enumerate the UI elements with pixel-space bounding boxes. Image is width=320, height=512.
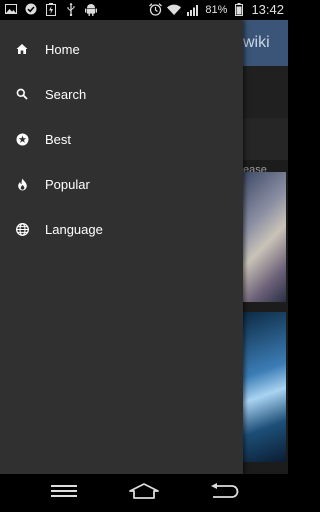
content-card-image[interactable] bbox=[243, 172, 286, 302]
drawer-item-search[interactable]: Search bbox=[0, 72, 243, 116]
battery-icon bbox=[232, 3, 246, 17]
content-card-image[interactable] bbox=[243, 312, 286, 462]
app-title: wiki bbox=[243, 34, 270, 51]
drawer-item-home[interactable]: Home bbox=[0, 27, 243, 71]
home-button[interactable] bbox=[124, 480, 164, 506]
drawer-item-label: Home bbox=[45, 41, 80, 57]
battery-percent: 81% bbox=[205, 3, 228, 16]
star-icon bbox=[15, 132, 29, 146]
menu-icon bbox=[51, 484, 77, 503]
battery-charging-icon bbox=[44, 2, 58, 16]
clock: 13:42 bbox=[251, 2, 284, 17]
status-bar: 81% 13:42 bbox=[0, 0, 288, 20]
search-icon bbox=[15, 87, 29, 101]
drawer-item-label: Search bbox=[45, 86, 87, 102]
android-icon bbox=[84, 2, 98, 16]
signal-icon bbox=[186, 3, 200, 17]
alarm-icon bbox=[148, 3, 162, 17]
notification-icons bbox=[4, 2, 98, 16]
check-circle-icon bbox=[24, 2, 38, 16]
flame-icon bbox=[15, 177, 29, 191]
back-button[interactable] bbox=[204, 480, 244, 506]
home-icon bbox=[15, 42, 29, 56]
drawer-item-label: Language bbox=[45, 221, 103, 237]
navigation-bar bbox=[0, 474, 288, 512]
system-icons: 81% 13:42 bbox=[148, 2, 284, 17]
menu-button[interactable] bbox=[44, 480, 84, 506]
usb-icon bbox=[64, 2, 78, 16]
back-icon bbox=[209, 482, 239, 504]
drawer-item-label: Best bbox=[45, 131, 72, 147]
home-icon bbox=[129, 482, 159, 504]
drawer-item-label: Popular bbox=[45, 176, 90, 192]
wifi-icon bbox=[167, 3, 182, 17]
drawer-item-language[interactable]: Language bbox=[0, 207, 243, 251]
globe-icon bbox=[15, 222, 29, 236]
drawer-item-best[interactable]: Best bbox=[0, 117, 243, 161]
gallery-icon bbox=[4, 2, 18, 16]
navigation-drawer: Home Search Best Popular Language bbox=[0, 20, 243, 474]
drawer-item-popular[interactable]: Popular bbox=[0, 162, 243, 206]
